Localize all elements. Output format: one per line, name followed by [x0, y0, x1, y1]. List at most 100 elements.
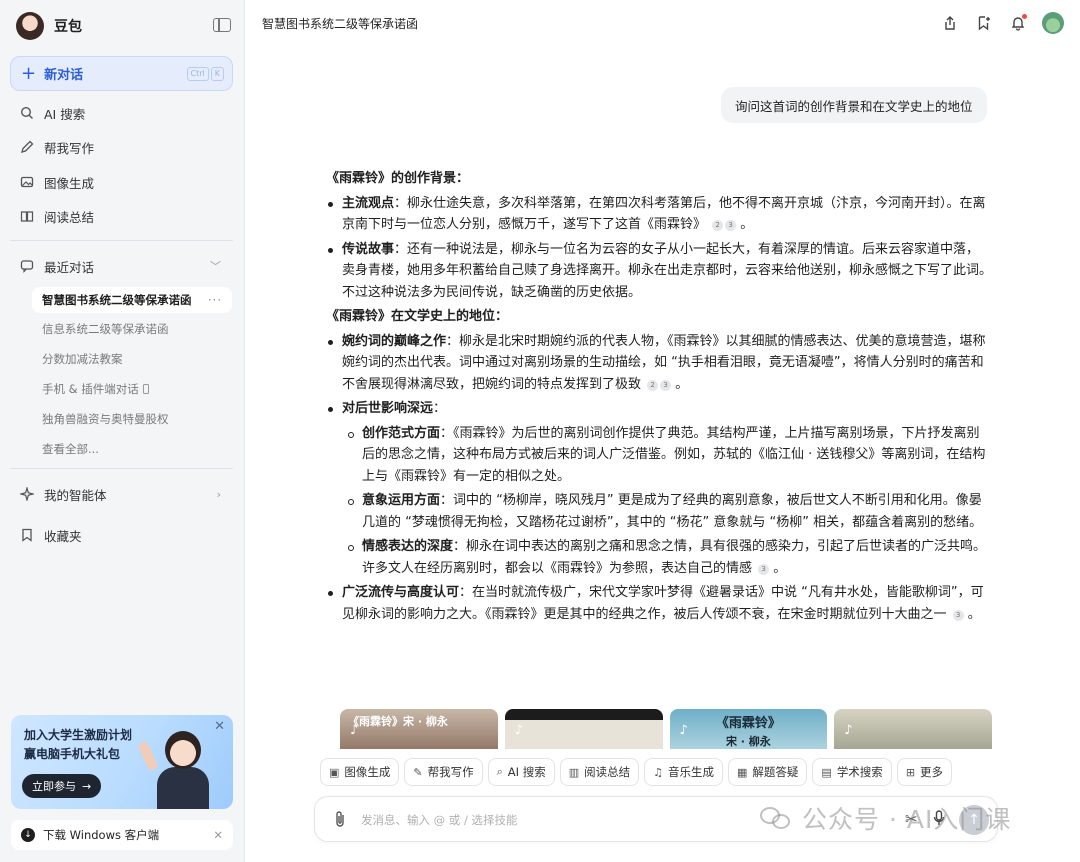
citation-badge[interactable]: 2 — [647, 379, 659, 391]
attachment-icon[interactable] — [333, 810, 347, 832]
new-chat-button[interactable]: + 新对话 Ctrl K — [10, 56, 233, 91]
tool-label: AI 搜索 — [507, 765, 546, 779]
nav-my-agents-label: 我的智能体 — [44, 487, 107, 503]
tiktok-icon: ♪ — [844, 723, 853, 738]
thumbnail-title: 《雨霖铃》 — [715, 716, 781, 731]
list-item-title: 传说故事 — [342, 241, 395, 257]
recent-chat-item[interactable]: 智慧图书系统二级等保承诺函 ··· — [32, 287, 232, 313]
notification-bell-icon[interactable] — [1008, 13, 1028, 33]
chevron-down-icon: ﹀ — [210, 260, 221, 273]
thumbnail-subtitle: 宋 · 柳永 — [725, 735, 771, 748]
list-item: 传说故事：还有一种说法是，柳永与一位名为云容的女子从小一起长大，有着深厚的情谊。… — [326, 239, 992, 304]
recent-chats-header[interactable]: 最近对话 ﹀ — [10, 251, 233, 281]
new-chat-label: 新对话 — [44, 68, 84, 83]
promo-banner[interactable]: 加入大学生激励计划 赢电脑手机大礼包 立即参与 → ✕ — [11, 715, 233, 809]
more-options-icon[interactable]: ··· — [208, 293, 222, 307]
shortcut-hint: Ctrl K — [186, 67, 224, 81]
promo-subtitle: 赢电脑手机大礼包 — [24, 747, 121, 761]
recent-chat-item[interactable]: 分数加减法教案 — [32, 346, 232, 372]
share-icon[interactable] — [940, 13, 960, 33]
nav-writing-label: 帮我写作 — [44, 140, 95, 156]
citation-badge[interactable]: 3 — [952, 609, 964, 621]
bookmark-add-icon[interactable] — [974, 13, 994, 33]
tool-label: 解题答疑 — [752, 765, 799, 779]
video-thumbnail[interactable]: 《雨霖铃》 宋 · 柳永 ♪ — [669, 709, 828, 749]
calculator-icon: ▦ — [737, 765, 748, 779]
doubao-logo — [16, 12, 44, 40]
music-icon: ♫ — [653, 765, 663, 779]
image-icon: ▣ — [329, 765, 340, 779]
chart-icon: ▤ — [821, 765, 832, 779]
recent-chat-title: 智慧图书系统二级等保承诺函 — [42, 293, 192, 307]
nav-writing[interactable]: 帮我写作 — [10, 132, 233, 162]
list-item: 婉约词的巅峰之作：柳永是北宋时期婉约派的代表人物，《雨霖铃》以其细腻的情感表达、… — [326, 331, 992, 396]
wechat-logo-icon — [760, 805, 794, 831]
nav-reading-label: 阅读总结 — [44, 209, 95, 225]
recent-chat-title: 独角兽融资与奥特曼股权 — [42, 412, 169, 426]
tool-more[interactable]: ⊞ 更多 — [896, 758, 953, 786]
composer-placeholder: 发消息、输入 @ 或 / 选择技能 — [361, 813, 518, 827]
nav-my-agents[interactable]: 我的智能体 › — [10, 479, 233, 509]
video-thumbnail[interactable]: ♪ — [504, 709, 663, 749]
tool-label: 阅读总结 — [584, 765, 631, 779]
book-icon: ▥ — [568, 765, 580, 779]
tool-label: 音乐生成 — [668, 765, 714, 779]
list-item-title: 广泛流传与高度认可 — [342, 585, 460, 600]
tool-label: 学术搜索 — [836, 765, 883, 779]
nav-image-gen[interactable]: 图像生成 — [10, 167, 233, 197]
recent-chat-title: 信息系统二级等保承诺函 — [42, 322, 169, 336]
nav-favorites[interactable]: 收藏夹 — [10, 520, 233, 550]
sub-list-item: 情感表达的深度：柳永在词中表达的离别之痛和思念之情，具有很强的感染力，引起了后世… — [326, 536, 992, 579]
chevron-right-icon: › — [216, 487, 221, 501]
citation-badge[interactable]: 3 — [758, 563, 770, 575]
close-icon[interactable]: ✕ — [214, 719, 225, 734]
tool-reading[interactable]: ▥ 阅读总结 — [559, 758, 640, 786]
tiktok-icon: ♪ — [350, 723, 359, 738]
close-icon[interactable]: ✕ — [213, 828, 223, 842]
recent-chat-item[interactable]: 独角兽融资与奥特曼股权 — [32, 406, 232, 432]
list-item-text: ： — [433, 401, 447, 416]
tool-image-gen[interactable]: ▣ 图像生成 — [320, 758, 400, 786]
tool-writing[interactable]: ✎ 帮我写作 — [404, 758, 483, 786]
answer-heading: 《雨霖铃》在文学史上的地位： — [326, 309, 509, 324]
user-avatar[interactable] — [1042, 12, 1064, 34]
search-icon: ⌕ — [496, 765, 503, 778]
nav-ai-search[interactable]: AI 搜索 — [10, 98, 233, 128]
view-all-link[interactable]: 查看全部... — [32, 436, 232, 462]
list-item: 广泛流传与高度认可：在当时就流传极广，宋代文学家叶梦得《避暑录话》中说 “凡有井… — [326, 582, 992, 625]
recent-chat-title: 分数加减法教案 — [42, 352, 123, 366]
bookmark-icon — [20, 528, 34, 542]
video-thumbnail[interactable]: ♪ — [834, 709, 992, 749]
citation-badge[interactable]: 3 — [725, 220, 737, 231]
recent-chat-item[interactable]: 手机 & 插件端对话 — [32, 376, 232, 402]
nav-image-gen-label: 图像生成 — [44, 175, 95, 191]
tool-ai-search[interactable]: ⌕ AI 搜索 — [487, 758, 555, 786]
answer-list: 主流观点：柳永仕途失意，多次科举落第，在第四次科考落第后，他不得不离开京城（汴京… — [326, 193, 992, 304]
tool-music-gen[interactable]: ♫ 音乐生成 — [644, 758, 723, 786]
list-item-text: ：词中的 “杨柳岸，晓风残月” 更是成为了经典的离别意象，被后世文人不断引用和化… — [362, 493, 983, 530]
user-message-text: 询问这首词的创作背景和在文学史上的地位 — [735, 98, 973, 114]
download-client-banner[interactable]: ↓ 下载 Windows 客户端 ✕ — [11, 820, 233, 850]
watermark-text: 公众号 · AI入门课 — [802, 805, 1012, 834]
citation-badge[interactable]: 2 — [712, 220, 724, 231]
assistant-answer: 《雨霖铃》的创作背景： 主流观点：柳永仕途失意，多次科举落第，在第四次科考落第后… — [326, 168, 992, 628]
tool-label: 图像生成 — [344, 765, 391, 779]
phone-icon — [142, 384, 149, 394]
nav-reading[interactable]: 阅读总结 — [10, 201, 233, 231]
sidebar-toggle-icon[interactable] — [213, 18, 231, 32]
video-thumbnail[interactable]: 《雨霖铃》宋 · 柳永 ♪ — [340, 709, 498, 749]
recent-chats-label: 最近对话 — [44, 259, 95, 275]
promo-join-button[interactable]: 立即参与 → — [22, 774, 102, 798]
nav-ai-search-label: AI 搜索 — [44, 106, 86, 122]
tool-academic-search[interactable]: ▤ 学术搜索 — [812, 758, 892, 786]
page-title: 智慧图书系统二级等保承诺函 — [262, 17, 419, 31]
download-label: 下载 Windows 客户端 — [43, 828, 160, 842]
promo-join-label: 立即参与 — [32, 780, 76, 793]
recent-chat-item[interactable]: 信息系统二级等保承诺函 — [32, 316, 232, 342]
tool-problem-solving[interactable]: ▦ 解题答疑 — [728, 758, 808, 786]
pen-icon: ✎ — [413, 765, 423, 779]
plus-icon: + — [21, 62, 37, 84]
list-item: 对后世影响深远： — [326, 398, 992, 420]
wechat-watermark: 公众号 · AI入门课 — [760, 800, 1011, 836]
citation-badge[interactable]: 3 — [660, 379, 672, 391]
